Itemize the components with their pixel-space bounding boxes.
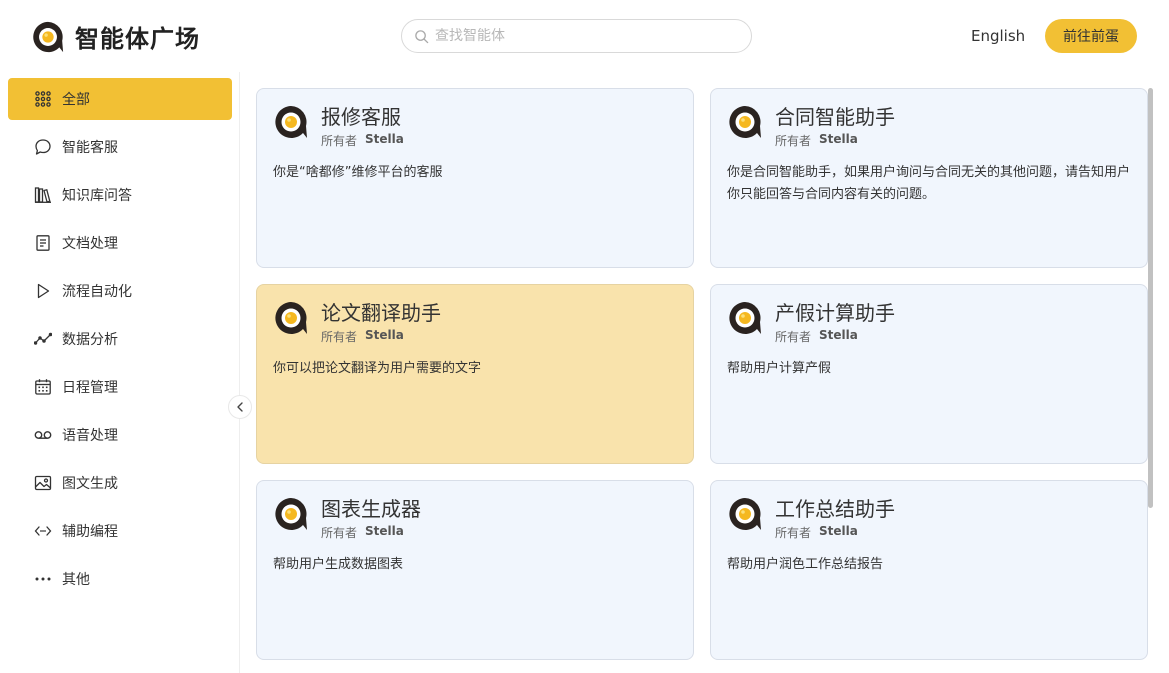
grid-icon bbox=[34, 90, 52, 108]
chat-bubble-icon bbox=[34, 138, 52, 156]
card-description: 帮助用户生成数据图表 bbox=[273, 557, 404, 572]
sidebar-item-label: 其他 bbox=[62, 572, 90, 588]
owner-name: Stella bbox=[365, 328, 404, 342]
owner-label: 所有者 bbox=[775, 330, 812, 344]
card-title: 报修客服 bbox=[321, 105, 401, 129]
goto-button[interactable]: 前往前蛋 bbox=[1045, 19, 1137, 53]
sidebar-item-label: 流程自动化 bbox=[62, 284, 132, 300]
owner-label: 所有者 bbox=[775, 134, 812, 148]
sidebar-item-label: 智能客服 bbox=[62, 140, 118, 156]
sidebar-item-knowledge-qa[interactable]: 知识库问答 bbox=[8, 174, 232, 216]
egg-logo-icon bbox=[729, 106, 761, 138]
play-icon bbox=[34, 282, 52, 300]
search-icon bbox=[415, 29, 429, 43]
egg-logo-icon bbox=[275, 498, 307, 530]
card-description: 帮助用户润色工作总结报告 bbox=[727, 557, 884, 572]
books-icon bbox=[34, 186, 52, 204]
sidebar-item-automation[interactable]: 流程自动化 bbox=[8, 270, 232, 312]
card-description: 帮助用户计算产假 bbox=[727, 361, 832, 376]
owner-label: 所有者 bbox=[321, 526, 358, 540]
egg-logo-icon bbox=[275, 106, 307, 138]
card-title: 产假计算助手 bbox=[775, 301, 895, 325]
sidebar-item-documents[interactable]: 文档处理 bbox=[8, 222, 232, 264]
owner-label: 所有者 bbox=[321, 330, 358, 344]
card-title: 图表生成器 bbox=[321, 497, 421, 521]
code-icon bbox=[34, 522, 52, 540]
sidebar-item-customer-service[interactable]: 智能客服 bbox=[8, 126, 232, 168]
card-title: 合同智能助手 bbox=[775, 105, 895, 129]
calendar-icon bbox=[34, 378, 52, 396]
card-owner: 所有者 Stella bbox=[775, 524, 858, 541]
card-description: 你可以把论文翻译为用户需要的文字 bbox=[273, 361, 482, 376]
chevron-left-icon bbox=[237, 402, 243, 412]
sidebar-item-label: 日程管理 bbox=[62, 380, 118, 396]
card-description: 你是合同智能助手，如果用户询问与合同无关的其他问题，请告知用户你只能回答与合同内… bbox=[727, 165, 1131, 202]
agent-card[interactable]: 工作总结助手 所有者 Stella 帮助用户润色工作总结报告 bbox=[710, 480, 1148, 660]
agent-card[interactable]: 论文翻译助手 所有者 Stella 你可以把论文翻译为用户需要的文字 bbox=[256, 284, 694, 464]
search-box[interactable] bbox=[401, 19, 752, 53]
agent-card[interactable]: 报修客服 所有者 Stella 你是“啥都修”维修平台的客服 bbox=[256, 88, 694, 268]
egg-logo-icon bbox=[275, 302, 307, 334]
sidebar-item-label: 辅助编程 bbox=[62, 524, 118, 540]
more-dots-icon bbox=[34, 570, 52, 588]
collapse-sidebar-button[interactable] bbox=[228, 395, 252, 419]
sidebar-item-all[interactable]: 全部 bbox=[8, 78, 232, 120]
sidebar-item-label: 全部 bbox=[62, 92, 90, 108]
sidebar-item-label: 数据分析 bbox=[62, 332, 118, 348]
owner-name: Stella bbox=[819, 328, 858, 342]
agent-card[interactable]: 合同智能助手 所有者 Stella 你是合同智能助手，如果用户询问与合同无关的其他… bbox=[710, 88, 1148, 268]
owner-name: Stella bbox=[365, 524, 404, 538]
image-icon bbox=[34, 474, 52, 492]
header: 智能体广场 English 前往前蛋 bbox=[0, 0, 1169, 72]
sidebar: 全部 智能客服 知识库问答 文档处理 流程自动化 数据分析 日程管理 语音处理 … bbox=[0, 72, 240, 673]
owner-name: Stella bbox=[365, 132, 404, 146]
owner-name: Stella bbox=[819, 132, 858, 146]
card-owner: 所有者 Stella bbox=[321, 328, 404, 345]
agent-card[interactable]: 产假计算助手 所有者 Stella 帮助用户计算产假 bbox=[710, 284, 1148, 464]
trend-line-icon bbox=[34, 330, 52, 348]
sidebar-item-image-generation[interactable]: 图文生成 bbox=[8, 462, 232, 504]
card-title: 工作总结助手 bbox=[775, 497, 895, 521]
card-owner: 所有者 Stella bbox=[775, 132, 858, 149]
document-icon bbox=[34, 234, 52, 252]
sidebar-item-label: 语音处理 bbox=[62, 428, 118, 444]
card-title: 论文翻译助手 bbox=[321, 301, 441, 325]
brand[interactable]: 智能体广场 bbox=[31, 19, 200, 54]
owner-name: Stella bbox=[819, 524, 858, 538]
card-owner: 所有者 Stella bbox=[321, 132, 404, 149]
sidebar-item-label: 图文生成 bbox=[62, 476, 118, 492]
sidebar-item-label: 文档处理 bbox=[62, 236, 118, 252]
sidebar-item-label: 知识库问答 bbox=[62, 188, 132, 204]
sidebar-item-schedule[interactable]: 日程管理 bbox=[8, 366, 232, 408]
owner-label: 所有者 bbox=[321, 134, 358, 148]
voicemail-icon bbox=[34, 426, 52, 444]
egg-logo-icon bbox=[33, 21, 64, 52]
language-switch[interactable]: English bbox=[971, 27, 1025, 45]
card-description: 你是“啥都修”维修平台的客服 bbox=[273, 165, 443, 180]
sidebar-item-other[interactable]: 其他 bbox=[8, 558, 232, 600]
search-input[interactable] bbox=[435, 28, 735, 44]
card-owner: 所有者 Stella bbox=[321, 524, 404, 541]
app-title: 智能体广场 bbox=[75, 25, 200, 53]
owner-label: 所有者 bbox=[775, 526, 812, 540]
card-owner: 所有者 Stella bbox=[775, 328, 858, 345]
egg-logo-icon bbox=[729, 302, 761, 334]
agent-card[interactable]: 图表生成器 所有者 Stella 帮助用户生成数据图表 bbox=[256, 480, 694, 660]
scrollbar[interactable] bbox=[1148, 88, 1153, 508]
sidebar-item-coding[interactable]: 辅助编程 bbox=[8, 510, 232, 552]
sidebar-item-voice[interactable]: 语音处理 bbox=[8, 414, 232, 456]
sidebar-item-data-analysis[interactable]: 数据分析 bbox=[8, 318, 232, 360]
egg-logo-icon bbox=[729, 498, 761, 530]
